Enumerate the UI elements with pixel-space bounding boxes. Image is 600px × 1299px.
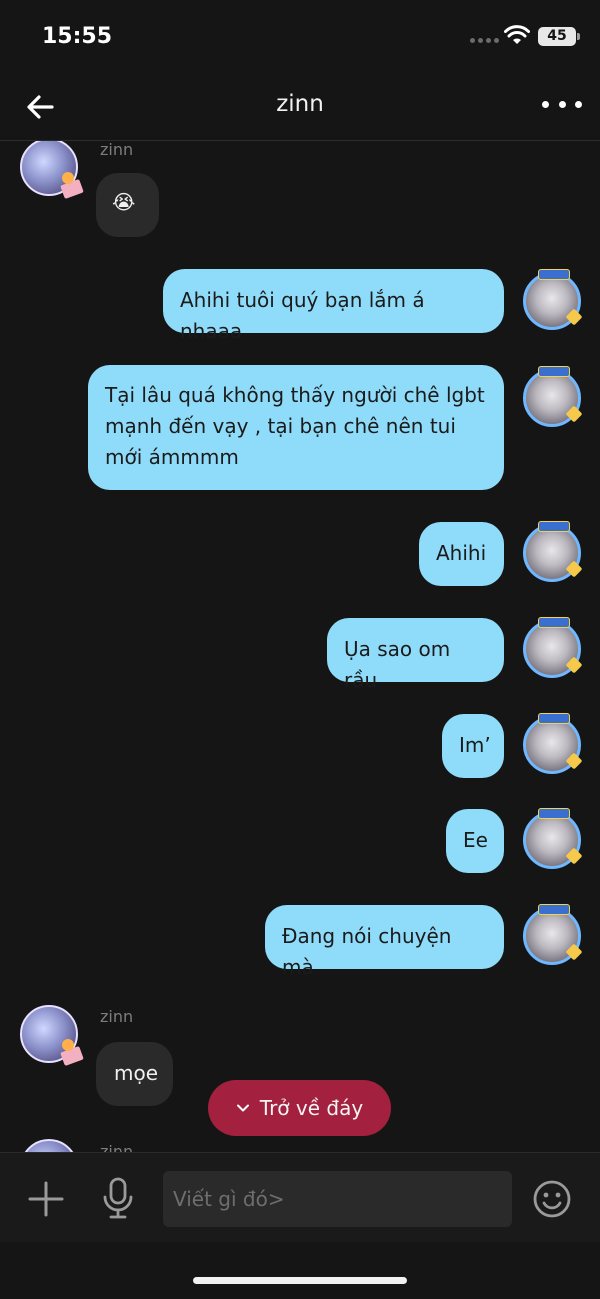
message-bubble-outgoing[interactable]: Ee <box>446 809 504 873</box>
message-bubble-outgoing[interactable]: Im’ <box>442 714 504 778</box>
chat-title: zinn <box>276 91 324 117</box>
message-bubble-incoming[interactable]: mọe <box>96 1042 173 1106</box>
avatar[interactable] <box>20 1139 78 1152</box>
avatar[interactable] <box>523 808 581 869</box>
message-input[interactable] <box>163 1171 512 1227</box>
message-composer <box>0 1152 600 1242</box>
wifi-icon <box>504 25 530 44</box>
avatar[interactable] <box>20 1005 78 1063</box>
sender-name: zinn <box>100 1142 134 1152</box>
avatar[interactable] <box>523 269 581 330</box>
avatar[interactable] <box>523 713 581 774</box>
message-bubble-outgoing[interactable]: Ụa sao om rầu <box>327 618 504 692</box>
chat-header: zinn <box>0 75 600 141</box>
sender-name: zinn <box>100 1007 134 1026</box>
scroll-to-bottom-button[interactable]: Trở về đáy <box>208 1080 391 1136</box>
avatar[interactable] <box>20 141 78 196</box>
avatar[interactable] <box>523 904 581 965</box>
signal-icon <box>470 38 499 43</box>
message-bubble-outgoing[interactable]: Tại lâu quá không thấy người chê lgbt mạ… <box>88 365 504 490</box>
avatar[interactable] <box>523 366 581 427</box>
plus-icon[interactable] <box>28 1181 64 1217</box>
message-bubble-outgoing[interactable]: Ahihi tuôi quý bạn lắm á nhaaa <box>163 269 504 343</box>
scroll-to-bottom-label: Trở về đáy <box>259 1096 364 1120</box>
sender-name: zinn <box>100 141 134 159</box>
battery-indicator: 45 <box>538 27 580 46</box>
microphone-icon[interactable] <box>100 1177 136 1219</box>
message-bubble-incoming[interactable]: 😭 <box>96 173 159 237</box>
message-bubble-outgoing[interactable]: Ahihi <box>419 522 504 586</box>
status-time: 15:55 <box>42 24 113 49</box>
more-options-icon[interactable] <box>542 101 582 113</box>
avatar[interactable] <box>523 617 581 678</box>
emoji-icon[interactable] <box>532 1179 572 1219</box>
chevron-down-icon <box>236 1104 249 1112</box>
message-bubble-outgoing[interactable]: Đang nói chuyện mà <box>265 905 504 979</box>
home-indicator[interactable] <box>193 1277 407 1284</box>
avatar[interactable] <box>523 521 581 582</box>
status-bar: 15:55 45 <box>0 0 600 75</box>
message-list[interactable]: zinn 😭 Ahihi tuôi quý bạn lắm á nhaaa Tạ… <box>0 141 600 1152</box>
